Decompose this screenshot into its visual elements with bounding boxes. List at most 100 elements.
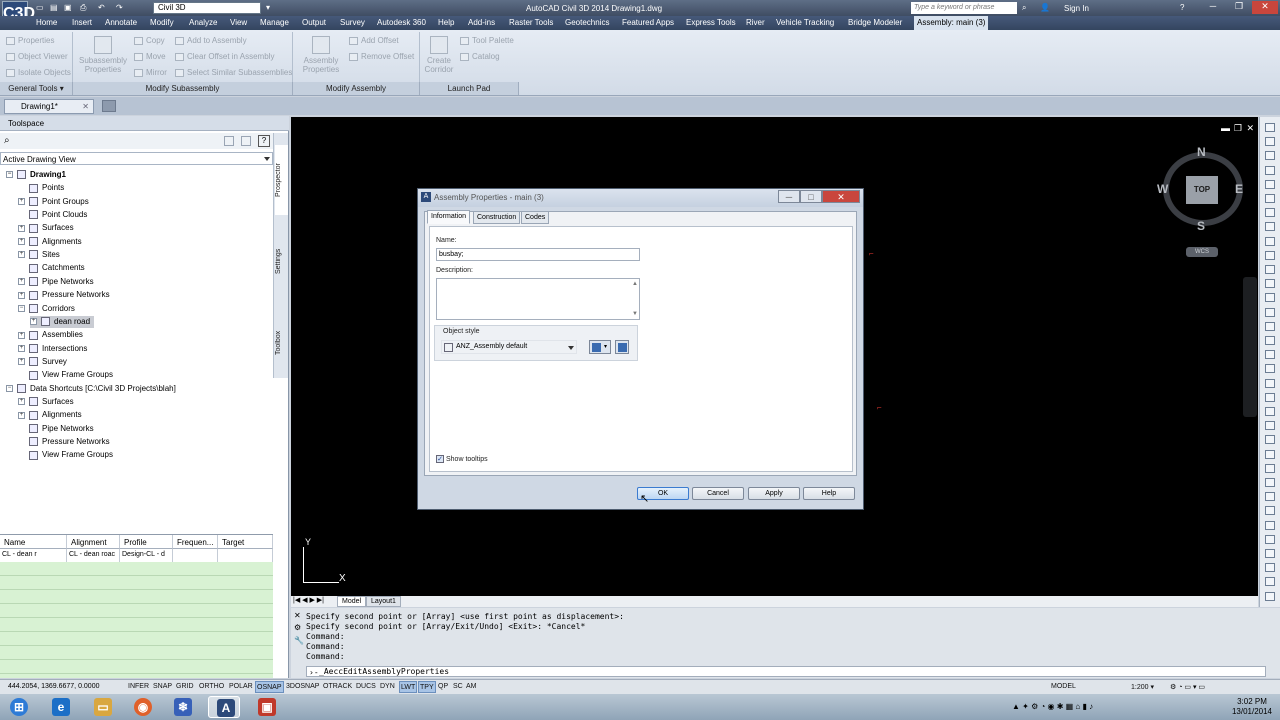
menu-tab-bridge-modeler[interactable]: Bridge Modeler (848, 18, 902, 27)
viewport-close-icon[interactable]: ✕ (1246, 123, 1254, 134)
clear-offset-button[interactable]: Clear Offset in Assembly (175, 52, 274, 61)
print-icon[interactable]: ⎙ (80, 3, 90, 13)
create-corridor-button[interactable]: Create Corridor (412, 36, 466, 74)
tree-item[interactable]: View Frame Groups (18, 449, 113, 461)
expand-icon[interactable]: + (18, 344, 25, 352)
name-input[interactable]: busbay; (436, 248, 640, 261)
taskbar-civil3d[interactable]: A (208, 696, 240, 718)
compass-east[interactable]: E (1235, 182, 1243, 196)
draw-tool-icon[interactable] (1265, 265, 1275, 274)
draw-tool-icon[interactable] (1265, 250, 1275, 260)
menu-tab-home[interactable]: Home (36, 18, 57, 27)
toggle-dyn[interactable]: DYN (379, 681, 396, 693)
search-icon[interactable]: ⌕ (1022, 3, 1032, 13)
toggle-lwt[interactable]: LWT (399, 681, 418, 693)
new-icon[interactable]: ▭ (36, 3, 46, 13)
collapse-icon[interactable]: − (18, 304, 25, 312)
tab-prospector[interactable]: Prospector (275, 145, 288, 215)
draw-tool-icon[interactable] (1265, 222, 1275, 232)
tab-layout1[interactable]: Layout1 (366, 596, 401, 607)
grid-column-header[interactable]: Name (0, 535, 67, 549)
menu-tab-manage[interactable]: Manage (260, 18, 289, 27)
menu-tab-help[interactable]: Help (438, 18, 454, 27)
save-icon[interactable]: ▣ (64, 3, 74, 13)
menu-tab-vehicle-tracking[interactable]: Vehicle Tracking (776, 18, 834, 27)
toggle-polar[interactable]: POLAR (228, 681, 254, 693)
object-style-select[interactable]: ANZ_Assembly default (441, 340, 577, 354)
compass-south[interactable]: S (1197, 219, 1205, 233)
command-input[interactable]: ›- _AeccEditAssemblyProperties (306, 666, 1266, 677)
panel-general-tools[interactable]: General Tools ▾ (0, 82, 73, 95)
draw-tool-icon[interactable] (1265, 407, 1275, 416)
help-icon[interactable]: ? (1180, 3, 1190, 13)
magnifier-icon[interactable]: ⌕ (4, 135, 10, 146)
tree-item[interactable]: + Point Groups (18, 196, 89, 208)
draw-tool-icon[interactable] (1265, 591, 1275, 601)
grid-cell[interactable]: CL - dean roac (67, 549, 120, 562)
expand-icon[interactable]: + (18, 291, 25, 299)
draw-tool-icon[interactable] (1265, 449, 1275, 459)
grid-column-header[interactable]: Frequen... (173, 535, 218, 549)
collapse-icon[interactable]: − (6, 171, 13, 179)
draw-tool-icon[interactable] (1265, 364, 1275, 374)
draw-tool-icon[interactable] (1265, 577, 1275, 587)
draw-tool-icon[interactable] (1265, 350, 1275, 360)
menu-tab-analyze[interactable]: Analyze (189, 18, 217, 27)
draw-tool-icon[interactable] (1265, 236, 1275, 246)
draw-tool-icon[interactable] (1265, 492, 1275, 502)
tree-item[interactable]: + Pipe Networks (18, 276, 94, 288)
draw-tool-icon[interactable] (1265, 123, 1275, 132)
menu-tab-assembly-main-3[interactable]: Assembly: main (3) (914, 16, 989, 30)
start-button[interactable]: ⊞ (2, 696, 34, 718)
draw-tool-icon[interactable] (1265, 208, 1275, 218)
assembly-properties-button[interactable]: Assembly Properties (294, 36, 348, 74)
tab-toolbox[interactable]: Toolbox (275, 313, 288, 373)
tree-item[interactable]: Points (18, 182, 64, 194)
menu-tab-autodesk-360[interactable]: Autodesk 360 (377, 18, 426, 27)
tree-item[interactable]: + Intersections (18, 343, 87, 355)
draw-tool-icon[interactable] (1265, 435, 1275, 445)
menu-tab-geotechnics[interactable]: Geotechnics (565, 18, 609, 27)
move-button[interactable]: Move (134, 52, 166, 61)
draw-tool-icon[interactable] (1265, 151, 1275, 161)
expand-icon[interactable]: + (18, 398, 25, 406)
menu-tab-view[interactable]: View (230, 18, 247, 27)
draw-tool-icon[interactable] (1265, 165, 1275, 175)
expand-icon[interactable]: + (30, 318, 37, 326)
scroll-down-icon[interactable]: ▼ (632, 311, 638, 317)
object-viewer-button[interactable]: Object Viewer (6, 52, 68, 61)
tree-item[interactable]: Pressure Networks (18, 436, 110, 448)
close-tab-icon[interactable]: ✕ (82, 102, 89, 111)
qat-dropdown-icon[interactable]: ▾ (266, 3, 276, 13)
grid-cell[interactable] (173, 549, 218, 562)
tree-item[interactable]: Pipe Networks (18, 423, 94, 435)
grid-cell[interactable]: CL - dean r (0, 549, 67, 562)
draw-tool-icon[interactable] (1265, 563, 1275, 573)
expand-icon[interactable]: + (18, 238, 25, 246)
search-input[interactable]: Type a keyword or phrase (911, 2, 1017, 14)
grid-column-header[interactable]: Profile (120, 535, 173, 549)
taskbar-recorder[interactable]: ▣ (250, 696, 282, 718)
expand-icon[interactable]: + (18, 198, 25, 206)
tree-item[interactable]: − Drawing1 (6, 169, 66, 181)
tree-item[interactable]: − Corridors (18, 303, 75, 315)
toggle-infer[interactable]: INFER (127, 681, 150, 693)
draw-tool-icon[interactable] (1265, 378, 1275, 388)
toggle-grid[interactable]: GRID (175, 681, 195, 693)
tab-nav-arrows[interactable]: |◀ ◀ ▶ ▶| (293, 596, 324, 604)
menu-tab-survey[interactable]: Survey (340, 18, 365, 27)
menu-tab-annotate[interactable]: Annotate (105, 18, 137, 27)
tree-item[interactable]: + Assemblies (18, 329, 83, 341)
grid-cell[interactable]: Design-CL - d (120, 549, 173, 562)
toggle-sc[interactable]: SC (452, 681, 464, 693)
apply-button[interactable]: Apply (748, 487, 800, 500)
draw-tool-icon[interactable] (1265, 520, 1275, 530)
tree-item[interactable]: Catchments (18, 262, 85, 274)
toggle-ortho[interactable]: ORTHO (198, 681, 225, 693)
toggle-tpy[interactable]: TPY (418, 681, 436, 693)
tree-item[interactable]: + Surfaces (18, 396, 74, 408)
menu-tab-river[interactable]: River (746, 18, 765, 27)
tab-information[interactable]: Information (427, 210, 471, 224)
tree-item[interactable]: + Alignments (18, 236, 82, 248)
grid-column-header[interactable]: Target (218, 535, 273, 549)
